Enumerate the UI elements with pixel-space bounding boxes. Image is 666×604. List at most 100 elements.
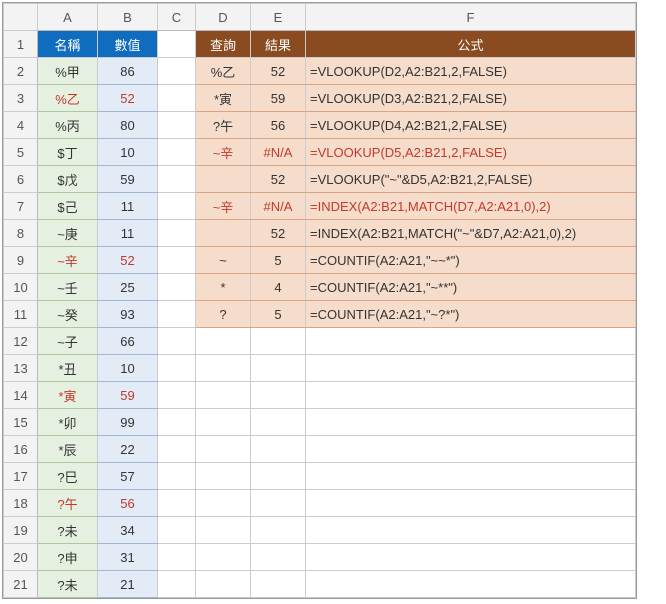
name-cell[interactable]: *丑 <box>38 355 98 382</box>
value-cell[interactable]: 10 <box>98 355 158 382</box>
cell[interactable] <box>158 517 196 544</box>
cell[interactable] <box>158 220 196 247</box>
row-header[interactable]: 9 <box>4 247 38 274</box>
result-cell[interactable]: #N/A <box>251 193 306 220</box>
cell[interactable] <box>158 301 196 328</box>
cell[interactable] <box>158 58 196 85</box>
cell[interactable] <box>158 166 196 193</box>
name-cell[interactable]: *卯 <box>38 409 98 436</box>
row-header[interactable]: 18 <box>4 490 38 517</box>
cell[interactable] <box>158 382 196 409</box>
value-cell[interactable]: 99 <box>98 409 158 436</box>
cell[interactable] <box>196 490 251 517</box>
value-cell[interactable]: 10 <box>98 139 158 166</box>
name-cell[interactable]: ~癸 <box>38 301 98 328</box>
formula-cell[interactable]: =COUNTIF(A2:A21,"~?*") <box>306 301 636 328</box>
right-header-query[interactable]: 查詢 <box>196 31 251 58</box>
formula-cell[interactable]: =VLOOKUP(D3,A2:B21,2,FALSE) <box>306 85 636 112</box>
value-cell[interactable]: 57 <box>98 463 158 490</box>
cell[interactable] <box>251 409 306 436</box>
name-cell[interactable]: ?巳 <box>38 463 98 490</box>
cell[interactable] <box>251 544 306 571</box>
grid[interactable]: A B C D E F 1 名稱 數值 查詢 結果 公式 2%甲86%乙52=V… <box>3 3 636 598</box>
cell[interactable] <box>306 382 636 409</box>
value-cell[interactable]: 66 <box>98 328 158 355</box>
name-cell[interactable]: %乙 <box>38 85 98 112</box>
name-cell[interactable]: *寅 <box>38 382 98 409</box>
cell[interactable] <box>251 382 306 409</box>
cell[interactable] <box>158 328 196 355</box>
cell[interactable] <box>196 328 251 355</box>
cell[interactable] <box>306 355 636 382</box>
cell[interactable] <box>158 355 196 382</box>
cell[interactable] <box>306 490 636 517</box>
cell[interactable] <box>306 436 636 463</box>
right-header-formula[interactable]: 公式 <box>306 31 636 58</box>
result-cell[interactable]: 56 <box>251 112 306 139</box>
col-header-B[interactable]: B <box>98 4 158 31</box>
cell[interactable] <box>306 544 636 571</box>
col-header-E[interactable]: E <box>251 4 306 31</box>
cell[interactable] <box>196 517 251 544</box>
value-cell[interactable]: 80 <box>98 112 158 139</box>
cell[interactable] <box>196 436 251 463</box>
name-cell[interactable]: ~辛 <box>38 247 98 274</box>
result-cell[interactable]: 5 <box>251 301 306 328</box>
row-header[interactable]: 15 <box>4 409 38 436</box>
name-cell[interactable]: %丙 <box>38 112 98 139</box>
cell[interactable] <box>306 463 636 490</box>
cell[interactable] <box>306 517 636 544</box>
row-header[interactable]: 2 <box>4 58 38 85</box>
row-header[interactable]: 7 <box>4 193 38 220</box>
row-header[interactable]: 19 <box>4 517 38 544</box>
query-cell[interactable]: ? <box>196 301 251 328</box>
row-header[interactable]: 10 <box>4 274 38 301</box>
col-header-A[interactable]: A <box>38 4 98 31</box>
cell[interactable] <box>158 85 196 112</box>
name-cell[interactable]: *辰 <box>38 436 98 463</box>
cell[interactable] <box>158 112 196 139</box>
result-cell[interactable]: 59 <box>251 85 306 112</box>
name-cell[interactable]: $己 <box>38 193 98 220</box>
value-cell[interactable]: 34 <box>98 517 158 544</box>
value-cell[interactable]: 11 <box>98 220 158 247</box>
name-cell[interactable]: ~子 <box>38 328 98 355</box>
row-header[interactable]: 12 <box>4 328 38 355</box>
value-cell[interactable]: 52 <box>98 85 158 112</box>
cell[interactable] <box>158 139 196 166</box>
row-header[interactable]: 14 <box>4 382 38 409</box>
cell[interactable] <box>306 409 636 436</box>
query-cell[interactable]: * <box>196 274 251 301</box>
result-cell[interactable]: 4 <box>251 274 306 301</box>
cell[interactable] <box>158 436 196 463</box>
name-cell[interactable]: ~壬 <box>38 274 98 301</box>
query-cell[interactable]: ~ <box>196 247 251 274</box>
formula-cell[interactable]: =VLOOKUP(D2,A2:B21,2,FALSE) <box>306 58 636 85</box>
row-header[interactable]: 20 <box>4 544 38 571</box>
result-cell[interactable]: #N/A <box>251 139 306 166</box>
row-header[interactable]: 3 <box>4 85 38 112</box>
cell[interactable] <box>158 544 196 571</box>
cell[interactable] <box>196 355 251 382</box>
cell[interactable] <box>158 463 196 490</box>
corner-cell[interactable] <box>4 4 38 31</box>
row-header[interactable]: 17 <box>4 463 38 490</box>
formula-cell[interactable]: =INDEX(A2:B21,MATCH(D7,A2:A21,0),2) <box>306 193 636 220</box>
value-cell[interactable]: 59 <box>98 166 158 193</box>
cell[interactable] <box>251 463 306 490</box>
value-cell[interactable]: 93 <box>98 301 158 328</box>
cell[interactable] <box>251 490 306 517</box>
name-cell[interactable]: ?午 <box>38 490 98 517</box>
col-header-D[interactable]: D <box>196 4 251 31</box>
name-cell[interactable]: ?申 <box>38 544 98 571</box>
left-header-name[interactable]: 名稱 <box>38 31 98 58</box>
value-cell[interactable]: 56 <box>98 490 158 517</box>
cell[interactable] <box>158 193 196 220</box>
cell[interactable] <box>158 409 196 436</box>
result-cell[interactable]: 52 <box>251 166 306 193</box>
cell[interactable] <box>251 355 306 382</box>
value-cell[interactable]: 11 <box>98 193 158 220</box>
row-header[interactable]: 4 <box>4 112 38 139</box>
value-cell[interactable]: 25 <box>98 274 158 301</box>
row-header[interactable]: 13 <box>4 355 38 382</box>
